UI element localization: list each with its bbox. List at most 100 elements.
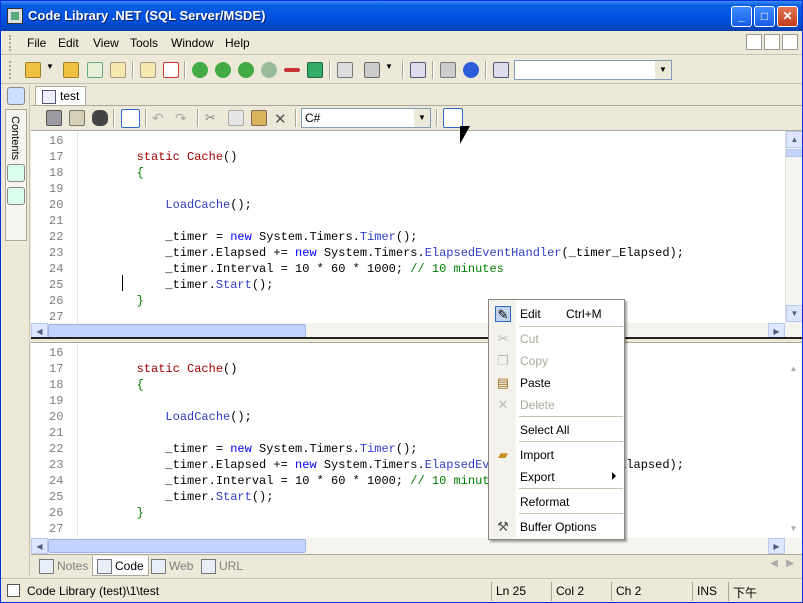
collapse-icon[interactable] [284, 68, 300, 72]
code-editor-bottom[interactable]: ▲ ▼ 16 17 static Cache() 18 {19 20 LoadCach… [31, 343, 802, 538]
scroll-thumb[interactable] [48, 324, 306, 338]
chevron-down-icon[interactable]: ▼ [414, 109, 430, 127]
copy-icon[interactable] [228, 110, 244, 126]
title-bar[interactable]: Code Library .NET (SQL Server/MSDE) _ □ … [1, 1, 802, 31]
tab-url[interactable]: URL [197, 556, 247, 576]
open-dropdown-icon[interactable] [25, 62, 41, 78]
code-text[interactable]: LoadCache(); [79, 197, 251, 213]
move-up-icon[interactable] [192, 62, 208, 78]
properties-icon[interactable] [110, 62, 126, 78]
menu-view[interactable]: View [93, 36, 119, 50]
code-text[interactable]: { [79, 377, 144, 393]
code-text[interactable]: _timer.Interval = 10 * 60 * 1000; // 10 … [79, 261, 503, 277]
menu-item-delete[interactable]: ✕ Delete [489, 394, 624, 416]
tab-web[interactable]: Web [147, 556, 197, 576]
tab-notes[interactable]: Notes [35, 556, 92, 576]
vertical-scrollbar[interactable]: ▲ ▼ [785, 131, 802, 323]
cut-icon[interactable]: ✂ [205, 110, 221, 126]
minimize-button[interactable]: _ [731, 6, 752, 27]
code-text[interactable]: _timer.Elapsed += new System.Timers.Elap… [79, 245, 684, 261]
split-view-icon[interactable] [443, 108, 463, 128]
mdi-minimize-button[interactable] [746, 34, 762, 50]
code-text[interactable]: _timer.Start(); [79, 277, 273, 293]
close-button[interactable]: ✕ [777, 6, 798, 27]
find-icon[interactable] [7, 164, 25, 182]
tab-scroll-left-icon[interactable]: ◀ [770, 558, 778, 569]
open-folder-icon[interactable] [63, 62, 79, 78]
code-text[interactable]: _timer = new System.Timers.Timer(); [79, 441, 417, 457]
scroll-down-icon[interactable]: ▼ [786, 305, 802, 322]
code-text[interactable]: LoadCache(); [79, 409, 251, 425]
print-preview-icon[interactable] [337, 62, 353, 78]
save-icon[interactable] [46, 110, 62, 126]
delete-item-icon[interactable] [163, 62, 179, 78]
code-text[interactable]: static Cache() [79, 149, 238, 165]
tools-icon[interactable] [440, 62, 456, 78]
mdi-restore-button[interactable] [764, 34, 780, 50]
chevron-down-icon[interactable]: ▼ [655, 61, 671, 79]
scroll-right-icon[interactable]: ▶ [768, 538, 785, 554]
maximize-button[interactable]: □ [754, 6, 775, 27]
move-left-icon[interactable] [238, 62, 254, 78]
code-editor-top[interactable]: ▲ ▼ 16 17 static Cache() 18 {19 20 LoadCach… [31, 131, 802, 323]
tab-scroll-right-icon[interactable]: ▶ [786, 558, 794, 569]
code-text[interactable]: _timer = new System.Timers.Timer(); [79, 229, 417, 245]
move-down-icon[interactable] [215, 62, 231, 78]
menu-tools[interactable]: Tools [130, 36, 158, 50]
print-dropdown-icon[interactable]: ▼ [385, 62, 393, 78]
scroll-thumb[interactable] [786, 149, 802, 157]
menu-item-export[interactable]: Export [489, 466, 624, 488]
menu-item-buffer-options[interactable]: ⚒ Buffer Options [489, 516, 624, 538]
dropdown-arrow-icon[interactable]: ▼ [46, 62, 54, 78]
menu-item-copy[interactable]: ❐ Copy [489, 350, 624, 372]
toolbar-grip[interactable] [9, 61, 12, 79]
search-combo[interactable]: ▼ [514, 60, 672, 80]
undo-icon[interactable]: ↶ [152, 110, 168, 126]
menu-item-select-all[interactable]: Select All [489, 419, 624, 441]
menu-item-paste[interactable]: ▤ Paste [489, 372, 624, 394]
tab-code[interactable]: Code [92, 556, 149, 576]
search-results-icon[interactable] [7, 187, 25, 205]
app-icon[interactable] [7, 8, 23, 24]
refresh-icon[interactable] [87, 62, 103, 78]
expand-icon[interactable] [307, 62, 323, 78]
scroll-up-icon[interactable]: ▲ [785, 361, 802, 378]
document-tab[interactable]: test [35, 86, 87, 105]
redo-icon[interactable]: ↷ [175, 110, 191, 126]
menu-item-edit[interactable]: ✎ Edit Ctrl+M [489, 303, 624, 325]
code-text[interactable]: static Cache() [79, 361, 238, 377]
horizontal-scrollbar-bottom[interactable]: ◀ ▶ [31, 538, 802, 554]
code-text[interactable]: _timer.Start(); [79, 489, 273, 505]
menu-item-import[interactable]: ▰ Import [489, 444, 624, 466]
move-right-icon[interactable] [261, 62, 277, 78]
back-icon[interactable] [7, 87, 25, 105]
edit-mode-icon[interactable] [121, 109, 140, 128]
code-text[interactable]: { [79, 165, 144, 181]
print-icon[interactable] [364, 62, 380, 78]
mdi-close-button[interactable] [782, 34, 798, 50]
vertical-scrollbar[interactable]: ▲ ▼ [785, 343, 802, 538]
code-text[interactable]: _timer.Interval = 10 * 60 * 1000; // 10 … [79, 473, 503, 489]
menu-item-cut[interactable]: ✂ Cut [489, 328, 624, 350]
menu-window[interactable]: Window [171, 36, 214, 50]
code-text[interactable]: } [79, 293, 144, 309]
save-as-icon[interactable] [69, 110, 85, 126]
new-item-icon[interactable] [140, 62, 156, 78]
menu-edit[interactable]: Edit [58, 36, 79, 50]
scroll-down-icon[interactable]: ▼ [785, 521, 802, 538]
delete-x-icon[interactable]: ✕ [274, 110, 290, 128]
menu-item-reformat[interactable]: Reformat [489, 491, 624, 513]
scroll-thumb[interactable] [48, 539, 306, 553]
help-icon[interactable] [463, 62, 479, 78]
search-icon[interactable] [493, 62, 509, 78]
menu-grip[interactable] [9, 35, 12, 51]
paste-icon[interactable] [251, 110, 267, 126]
menu-help[interactable]: Help [225, 36, 250, 50]
menu-file[interactable]: File [27, 36, 46, 50]
binoculars-icon[interactable] [92, 110, 108, 126]
scroll-left-icon[interactable]: ◀ [31, 538, 48, 554]
code-text[interactable]: } [79, 505, 144, 521]
scroll-up-icon[interactable]: ▲ [786, 131, 802, 148]
window-icon[interactable] [410, 62, 426, 78]
language-select[interactable]: C# ▼ [301, 108, 431, 128]
